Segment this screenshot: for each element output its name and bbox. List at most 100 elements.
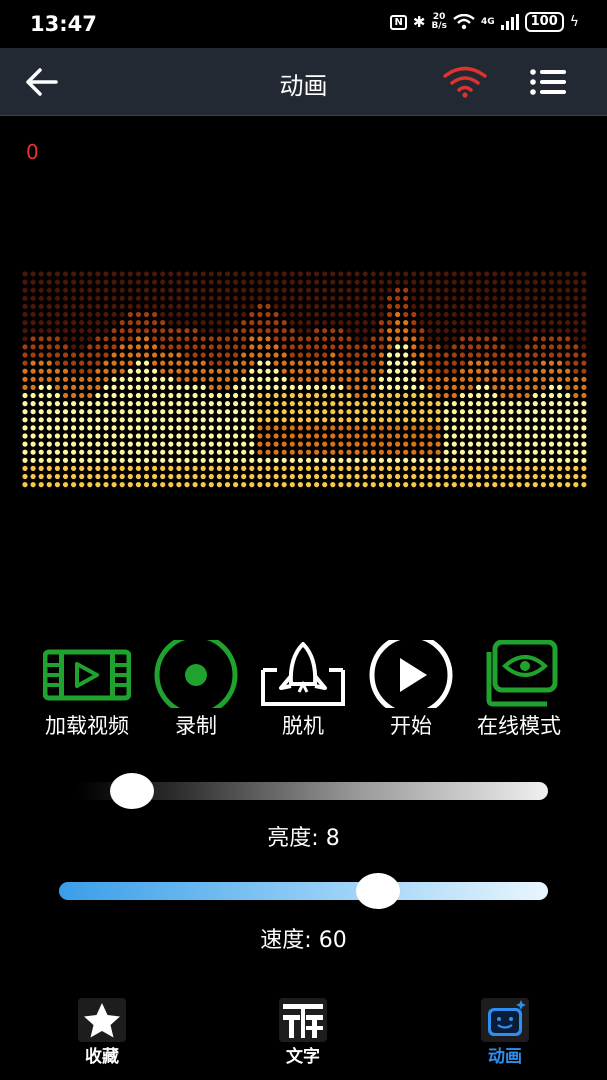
online-mode-button[interactable]: 在线模式 [459,640,579,740]
led-dot [30,271,36,277]
led-dot [305,449,312,455]
record-button[interactable]: 录制 [136,640,256,740]
led-dot [524,311,530,318]
speed-track[interactable] [59,882,548,900]
led-dot [160,328,166,334]
led-dot [330,441,336,447]
led-dot [79,368,85,374]
led-dot [79,384,85,390]
nav-favorites[interactable]: 收藏 [42,990,162,1080]
led-dot [103,376,109,382]
led-dot [492,409,498,415]
led-dot [103,295,109,301]
led-dot [281,433,287,439]
led-dot [79,457,85,463]
led-dot [378,433,384,439]
nav-text[interactable]: 文字 [243,990,363,1080]
led-dot [216,482,222,488]
led-dot [103,320,109,326]
led-dot [305,287,312,293]
led-dot [224,433,231,439]
brightness-thumb[interactable] [110,773,155,809]
led-dot [524,465,530,471]
led-dot [443,401,449,407]
led-dot [103,482,109,488]
led-dot [540,336,547,342]
led-dot [95,279,101,285]
menu-button[interactable] [526,64,570,100]
led-dot [233,320,239,326]
led-dot [532,352,538,358]
led-dot [46,279,52,285]
led-dot [79,287,85,293]
start-button[interactable]: 开始 [351,640,471,740]
led-dot [62,449,69,455]
led-dot [467,352,474,358]
led-dot [135,360,141,366]
led-dot [160,384,166,390]
led-dot [330,376,336,382]
led-dot [176,441,182,447]
led-dot [103,433,109,439]
led-dot [249,376,255,382]
led-dot [314,465,320,471]
led-dot [524,409,530,415]
led-dot [346,465,352,471]
led-dot [338,360,344,366]
led-dot [127,392,133,399]
led-dot [160,344,166,350]
offline-button[interactable]: 脱机 [243,640,363,740]
led-dot [87,271,93,277]
led-dot [378,465,384,471]
signal-icon [500,14,519,30]
led-dot [581,433,587,439]
led-dot [71,457,77,463]
led-dot [362,449,368,455]
led-dot [565,433,571,439]
led-dot [54,392,61,399]
led-dot [160,457,166,463]
led-dot [573,433,579,439]
led-dot [443,311,449,318]
led-dot [30,336,36,342]
led-dot [524,368,530,374]
led-dot [135,328,141,334]
led-dot [176,303,182,309]
load-video-button[interactable]: 加载视频 [27,640,147,740]
speed-slider[interactable] [59,868,548,914]
led-dot [314,336,320,342]
led-dot [532,384,538,390]
led-dot [500,401,506,407]
speed-thumb[interactable] [356,873,400,909]
led-dot [95,417,101,423]
led-dot [508,417,514,423]
led-dot [224,287,231,293]
led-dot [54,271,61,277]
led-dot [257,295,263,301]
led-dot [484,360,490,366]
brightness-slider[interactable] [76,768,548,814]
led-dot [168,279,174,285]
led-dot [297,368,303,374]
led-dot [427,328,433,334]
led-dot [467,303,474,309]
led-dot [135,303,141,309]
led-dot [427,360,433,366]
led-dot [297,473,303,480]
led-dot [565,295,571,301]
led-dot [265,425,271,431]
led-dot [95,409,101,415]
led-dot [249,360,255,366]
led-dot [565,336,571,342]
led-dot [305,328,312,334]
led-dot [192,425,198,431]
led-dot [111,392,117,399]
led-dot [87,295,93,301]
back-button[interactable] [22,64,62,100]
led-dot [573,425,579,431]
led-dot [500,441,506,447]
led-dot [435,457,441,463]
nav-animation[interactable]: 动画 [445,990,565,1080]
led-dot [354,433,360,439]
wifi-button[interactable] [440,64,490,100]
